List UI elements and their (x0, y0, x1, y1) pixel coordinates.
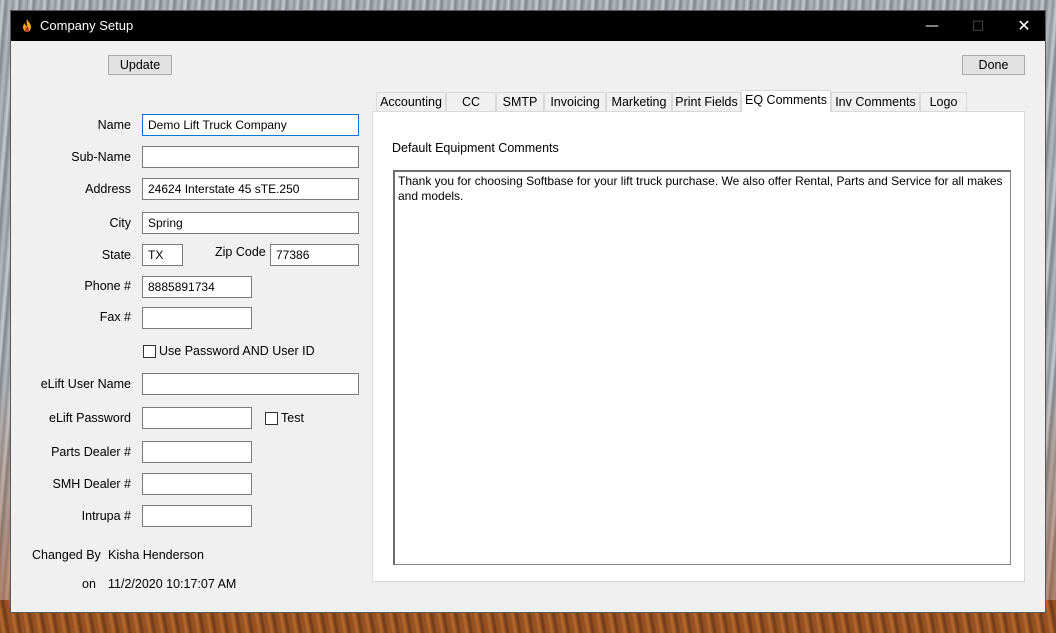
changed-on-label: on (82, 577, 96, 591)
intrupa-field[interactable] (142, 505, 252, 527)
name-field[interactable]: Demo Lift Truck Company (142, 114, 359, 136)
close-icon: ✕ (1017, 16, 1031, 35)
tab-logo[interactable]: Logo (920, 92, 967, 112)
use-password-checkbox[interactable] (143, 345, 156, 358)
city-label: City (109, 216, 131, 230)
flame-app-icon (23, 19, 31, 32)
minimize-button[interactable]: — (909, 11, 955, 41)
parts-dealer-label: Parts Dealer # (51, 445, 131, 459)
phone-field[interactable]: 8885891734 (142, 276, 252, 298)
changed-by-label: Changed By (32, 548, 101, 562)
default-equipment-comments-heading: Default Equipment Comments (392, 141, 559, 155)
fax-label: Fax # (99, 310, 131, 324)
close-button[interactable]: ✕ (1001, 11, 1047, 41)
subname-field[interactable] (142, 146, 359, 168)
parts-dealer-field[interactable] (142, 441, 252, 463)
tab-accounting[interactable]: Accounting (376, 92, 446, 112)
maximize-button[interactable]: □ (955, 11, 1001, 41)
smh-dealer-label: SMH Dealer # (52, 477, 132, 491)
changed-on-value: 11/2/2020 10:17:07 AM (108, 577, 237, 591)
test-checkbox[interactable] (265, 412, 278, 425)
tab-invoicing[interactable]: Invoicing (544, 92, 606, 112)
intrupa-label: Intrupa # (81, 509, 131, 523)
state-field[interactable]: TX (142, 244, 183, 266)
company-setup-window: Company Setup — □ ✕ Update Done Name Dem… (10, 10, 1046, 613)
address-field[interactable]: 24624 Interstate 45 sTE.250 (142, 178, 359, 200)
done-button[interactable]: Done (962, 55, 1025, 75)
fax-field[interactable] (142, 307, 252, 329)
maximize-icon: □ (971, 18, 985, 33)
tab-cc[interactable]: CC (446, 92, 496, 112)
city-field[interactable]: Spring (142, 212, 359, 234)
tab-inv-comments[interactable]: Inv Comments (831, 92, 920, 112)
tab-smtp[interactable]: SMTP (496, 92, 544, 112)
equipment-comments-textarea[interactable]: Thank you for choosing Softbase for your… (393, 170, 1011, 565)
window-title: Company Setup (40, 18, 134, 33)
changed-by-value: Kisha Henderson (108, 548, 204, 562)
name-label: Name (97, 118, 131, 132)
tab-marketing[interactable]: Marketing (606, 92, 672, 112)
use-password-label: Use Password AND User ID (159, 344, 315, 358)
test-label: Test (281, 411, 304, 425)
minimize-icon: — (925, 18, 939, 34)
smh-dealer-field[interactable] (142, 473, 252, 495)
update-button[interactable]: Update (108, 55, 172, 75)
subname-label: Sub-Name (71, 150, 131, 164)
state-label: State (101, 248, 131, 262)
phone-label: Phone # (84, 279, 131, 293)
elift-user-label: eLift User Name (40, 377, 131, 391)
eq-comments-panel: Default Equipment Comments Thank you for… (372, 111, 1025, 582)
tab-print-fields[interactable]: Print Fields (672, 92, 741, 112)
tab-eq-comments[interactable]: EQ Comments (741, 90, 831, 112)
zip-field[interactable]: 77386 (270, 244, 359, 266)
elift-password-label: eLift Password (49, 411, 131, 425)
elift-password-field[interactable] (142, 407, 252, 429)
elift-user-field[interactable] (142, 373, 359, 395)
zip-label: Zip Code (215, 245, 266, 259)
title-bar: Company Setup — □ ✕ (11, 11, 1045, 41)
address-label: Address (85, 182, 131, 196)
